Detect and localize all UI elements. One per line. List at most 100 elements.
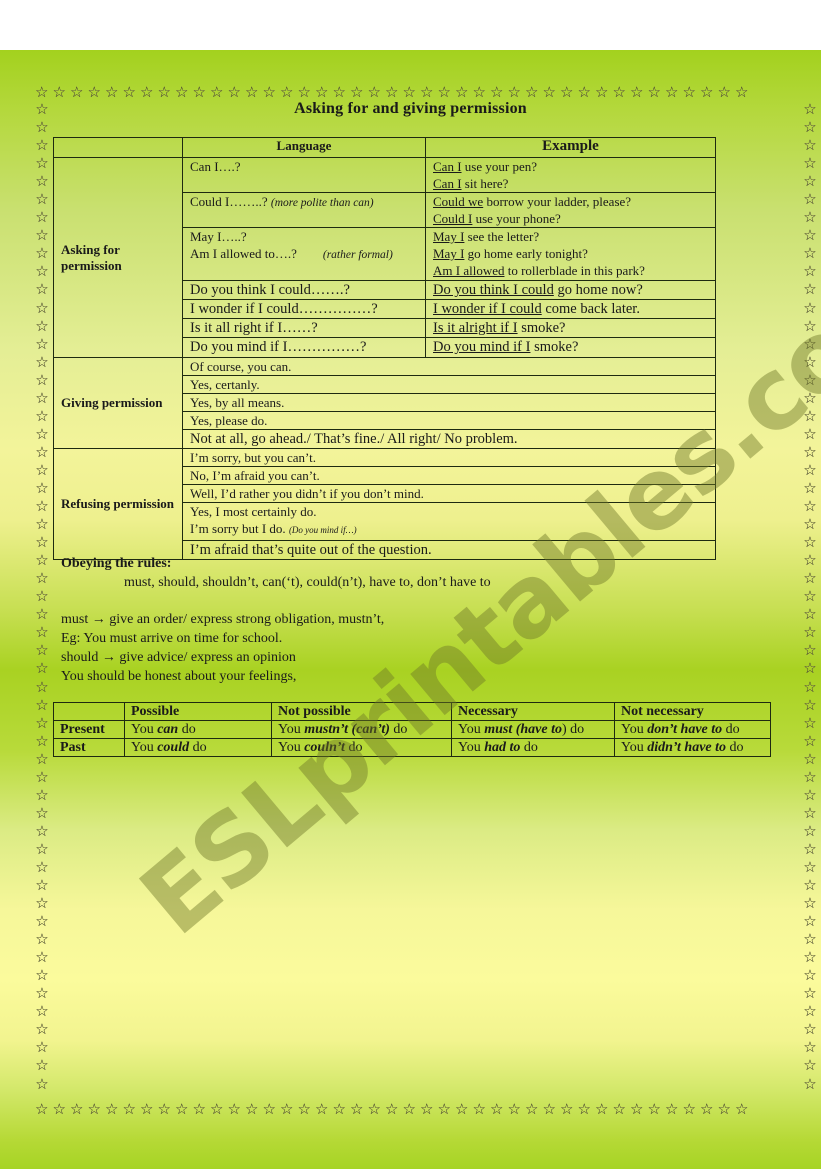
language-cell: May I…..? Am I allowed to….? (rather form… [182, 227, 426, 281]
star-icon: ☆ [35, 406, 49, 425]
star-icon: ☆ [803, 641, 817, 660]
language-text: Can I….? [190, 159, 241, 174]
star-icon: ☆ [35, 623, 49, 642]
star-icon: ☆ [280, 84, 298, 100]
modal-cell: You couln’t do [271, 738, 452, 757]
star-icon: ☆ [437, 84, 455, 100]
star-icon: ☆ [717, 84, 735, 100]
star-icon: ☆ [525, 84, 543, 100]
example-line: May I see the letter? [433, 228, 708, 245]
star-icon: ☆ [35, 334, 49, 353]
star-icon: ☆ [35, 84, 53, 100]
example-line: Can I use your pen? [433, 158, 708, 175]
star-icon: ☆ [315, 84, 333, 100]
star-icon: ☆ [192, 1101, 210, 1117]
star-icon: ☆ [332, 1101, 350, 1117]
star-icon: ☆ [35, 839, 49, 858]
star-icon: ☆ [105, 1101, 123, 1117]
star-icon: ☆ [210, 1101, 228, 1117]
star-icon: ☆ [350, 84, 368, 100]
star-icon: ☆ [803, 190, 817, 209]
star-icon: ☆ [35, 460, 49, 479]
star-icon: ☆ [803, 244, 817, 263]
cell-pre: You [131, 740, 158, 755]
star-icon: ☆ [507, 1101, 525, 1117]
modal-header: Possible [124, 702, 272, 721]
star-icon: ☆ [595, 84, 613, 100]
star-icon: ☆ [803, 785, 817, 804]
example-key: I wonder if I could [433, 301, 542, 317]
star-icon: ☆ [35, 803, 49, 822]
star-icon: ☆ [735, 1101, 753, 1117]
star-icon: ☆ [700, 1101, 718, 1117]
star-icon: ☆ [803, 731, 817, 750]
star-icon: ☆ [192, 84, 210, 100]
star-icon: ☆ [803, 569, 817, 588]
response-cell: Not at all, go ahead./ That’s fine./ All… [182, 429, 716, 449]
star-icon: ☆ [35, 1002, 49, 1021]
star-icon: ☆ [35, 695, 49, 714]
must-definition: give an order/ express strong obligation… [109, 612, 385, 627]
star-icon: ☆ [647, 84, 665, 100]
star-icon: ☆ [455, 84, 473, 100]
example-rest: use your phone? [472, 211, 561, 226]
modals-list: must, should, shouldn’t, can(‘t), could(… [124, 575, 491, 590]
star-icon: ☆ [630, 84, 648, 100]
response-cell: Well, I’d rather you didn’t if you don’t… [182, 484, 716, 503]
modal-header: Not necessary [614, 702, 771, 721]
row-label: Past [53, 738, 125, 757]
header-example: Example [425, 137, 716, 158]
star-icon: ☆ [35, 1038, 49, 1057]
cell-modal: don’t have to [647, 722, 723, 737]
modal-header: Necessary [451, 702, 615, 721]
star-icon: ☆ [157, 84, 175, 100]
star-icon: ☆ [350, 1101, 368, 1117]
star-icon: ☆ [803, 839, 817, 858]
example-key: Could I [433, 211, 473, 226]
star-icon: ☆ [803, 876, 817, 895]
star-icon: ☆ [525, 1101, 543, 1117]
modal-row-past: Past You could do You couln’t do You had… [53, 738, 771, 757]
star-icon: ☆ [35, 388, 49, 407]
language-cell: Can I….? [182, 157, 426, 193]
example-rest: borrow your ladder, please? [483, 194, 632, 209]
example-line: Am I allowed to rollerblade in this park… [433, 262, 708, 279]
star-icon: ☆ [560, 84, 578, 100]
star-icon: ☆ [280, 1101, 298, 1117]
star-border-right: ☆ ☆ ☆ ☆ ☆ ☆ ☆ ☆ ☆ ☆ ☆ ☆ ☆ ☆ ☆ ☆ ☆ ☆ ☆ ☆ ☆ ☆ ☆ ☆ ☆ ☆ ☆ ☆ ☆ ☆ ☆ ☆ ☆ ☆ ☆ ☆ ☆ ☆ ☆ ☆… [802, 100, 818, 1093]
example-rest: to rollerblade in this park? [504, 263, 645, 278]
star-icon: ☆ [367, 84, 385, 100]
star-icon: ☆ [35, 641, 49, 660]
category-asking: Asking for permission [53, 157, 183, 358]
star-icon: ☆ [70, 1101, 88, 1117]
response-line: I’m sorry but I do. (Do you mind if…) [190, 520, 708, 539]
star-icon: ☆ [612, 1101, 630, 1117]
star-icon: ☆ [35, 551, 49, 570]
language-note: (rather formal) [322, 249, 393, 261]
star-icon: ☆ [803, 623, 817, 642]
language-cell: Is it all right if I……? [182, 318, 426, 338]
star-icon: ☆ [803, 298, 817, 317]
star-icon: ☆ [735, 84, 753, 100]
response-cell: No, I’m afraid you can’t. [182, 466, 716, 485]
star-icon: ☆ [35, 731, 49, 750]
star-icon: ☆ [490, 1101, 508, 1117]
star-icon: ☆ [227, 1101, 245, 1117]
star-icon: ☆ [35, 767, 49, 786]
language-note: (more polite than can) [270, 197, 374, 209]
example-rest: go home now? [553, 282, 643, 298]
star-icon: ☆ [803, 226, 817, 245]
star-icon: ☆ [665, 84, 683, 100]
star-icon: ☆ [105, 84, 123, 100]
star-icon: ☆ [35, 424, 49, 443]
star-icon: ☆ [35, 298, 49, 317]
example-key: Do you mind if I [433, 339, 531, 355]
star-icon: ☆ [472, 84, 490, 100]
example-rest: sit here? [461, 176, 509, 191]
cell-pre: You [131, 722, 158, 737]
should-word: should [61, 650, 99, 665]
header-language: Language [182, 137, 426, 158]
example-line: Can I sit here? [433, 175, 708, 192]
star-icon: ☆ [367, 1101, 385, 1117]
example-line: May I go home early tonight? [433, 245, 708, 262]
